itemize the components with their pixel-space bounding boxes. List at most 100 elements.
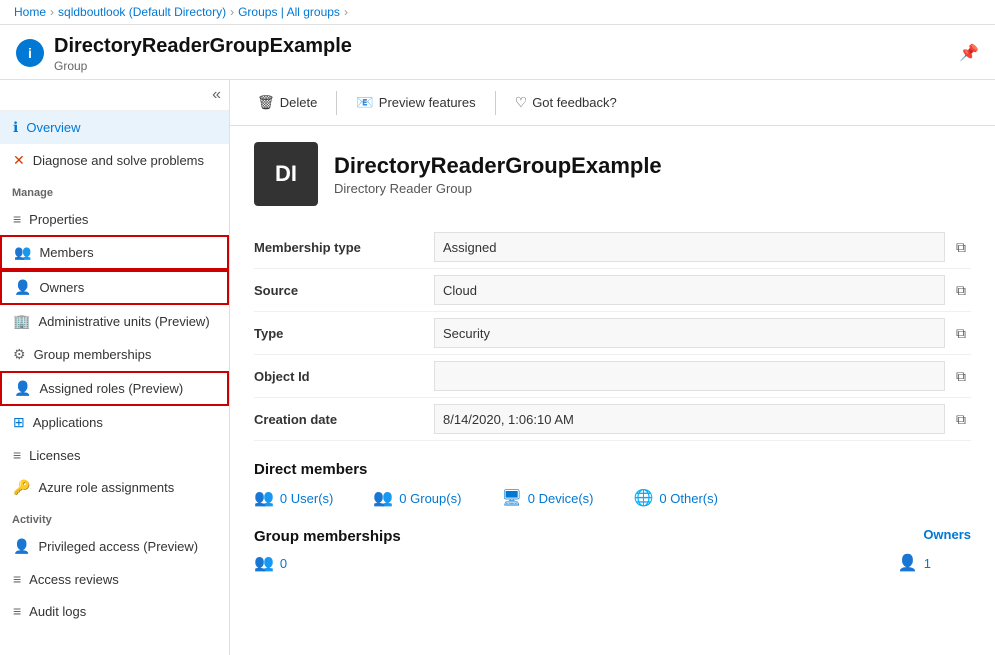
devices-label: 0 Device(s) (528, 491, 594, 506)
pin-icon[interactable]: 📌 (959, 43, 979, 63)
sidebar-label-group-memberships: Group memberships (34, 347, 152, 362)
breadcrumb-sep1: › (50, 5, 54, 19)
group-count-stat[interactable]: 👥 0 (254, 553, 287, 573)
others-label: 0 Other(s) (659, 491, 718, 506)
breadcrumb-sep3: › (344, 5, 348, 19)
sidebar-item-privileged-access[interactable]: 👤 Privileged access (Preview) (0, 530, 229, 563)
group-memberships-icon: ⚙ (13, 346, 26, 363)
section-manage: Manage (0, 177, 229, 203)
others-stat[interactable]: 🌐 0 Other(s) (634, 488, 718, 508)
diagnose-icon: ✕ (13, 152, 25, 169)
assigned-roles-icon: 👤 (14, 380, 31, 397)
sidebar-label-audit-logs: Audit logs (29, 604, 86, 619)
prop-label-object-id: Object Id (254, 355, 434, 398)
groups-stat[interactable]: 👥 0 Group(s) (373, 488, 461, 508)
sidebar-item-access-reviews[interactable]: ≡ Access reviews (0, 563, 229, 595)
breadcrumb-sep2: › (230, 5, 234, 19)
delete-label: Delete (280, 95, 318, 110)
feedback-icon: ♡ (515, 94, 528, 111)
others-icon: 🌐 (634, 488, 654, 508)
owners-icon: 👤 (14, 279, 31, 296)
sidebar-item-licenses[interactable]: ≡ Licenses (0, 439, 229, 471)
sidebar-label-access-reviews: Access reviews (29, 572, 119, 587)
group-memberships-title: Group memberships (254, 528, 401, 545)
header-text: DirectoryReaderGroupExample Group (54, 33, 949, 73)
prop-value-box-membership-type: Assigned (434, 232, 945, 262)
owners-count-label: 1 (924, 556, 931, 571)
breadcrumb-tenant[interactable]: sqldboutlook (Default Directory) (58, 5, 226, 19)
prop-value-box-object-id (434, 361, 945, 391)
copy-membership-type-btn[interactable]: ⧉ (951, 236, 971, 259)
copy-source-btn[interactable]: ⧉ (951, 279, 971, 302)
sidebar-label-privileged-access: Privileged access (Preview) (38, 539, 198, 554)
audit-logs-icon: ≡ (13, 603, 21, 619)
sidebar-item-admin-units[interactable]: 🏢 Administrative units (Preview) (0, 305, 229, 338)
prop-label-type: Type (254, 312, 434, 355)
prop-label-membership-type: Membership type (254, 226, 434, 269)
sidebar-item-group-memberships[interactable]: ⚙ Group memberships (0, 338, 229, 371)
sidebar-item-overview[interactable]: ℹ Overview (0, 111, 229, 144)
toolbar-divider-2 (495, 91, 496, 115)
owners-count-stat[interactable]: 👤 1 (898, 553, 931, 573)
group-membership-row: 👥 0 👤 1 (254, 553, 971, 573)
copy-creation-date-btn[interactable]: ⧉ (951, 408, 971, 431)
sidebar-label-properties: Properties (29, 212, 88, 227)
sidebar-item-owners[interactable]: 👤 Owners (0, 270, 229, 305)
delete-icon: 🗑 (257, 94, 275, 111)
preview-icon: 📧 (356, 94, 373, 111)
header-icon: i (16, 39, 44, 67)
breadcrumb-home[interactable]: Home (14, 5, 46, 19)
sidebar-item-assigned-roles[interactable]: 👤 Assigned roles (Preview) (0, 371, 229, 406)
applications-icon: ⊞ (13, 414, 25, 431)
page-subtitle: Group (54, 59, 949, 73)
delete-button[interactable]: 🗑 Delete (246, 88, 328, 117)
prop-label-creation-date: Creation date (254, 398, 434, 441)
prop-value-creation-date: 8/14/2020, 1:06:10 AM ⧉ (434, 398, 971, 441)
sidebar-item-applications[interactable]: ⊞ Applications (0, 406, 229, 439)
preview-features-button[interactable]: 📧 Preview features (345, 88, 486, 117)
avatar: DI (254, 142, 318, 206)
feedback-button[interactable]: ♡ Got feedback? (504, 88, 628, 117)
sidebar-label-azure-roles: Azure role assignments (38, 480, 174, 495)
sidebar-item-properties[interactable]: ≡ Properties (0, 203, 229, 235)
breadcrumb-groups[interactable]: Groups | All groups (238, 5, 340, 19)
preview-label: Preview features (379, 95, 476, 110)
group-memberships-header: Group memberships Owners (254, 524, 971, 545)
sidebar-label-owners: Owners (39, 280, 84, 295)
access-reviews-icon: ≡ (13, 571, 21, 587)
licenses-icon: ≡ (13, 447, 21, 463)
devices-stat[interactable]: 🖥 0 Device(s) (501, 488, 593, 508)
content-area: 🗑 Delete 📧 Preview features ♡ Got feedba… (230, 80, 995, 655)
sidebar-item-members[interactable]: 👥 Members (0, 235, 229, 270)
owners-count-icon: 👤 (898, 553, 918, 573)
resource-title: DirectoryReaderGroupExample (334, 153, 662, 179)
sidebar-item-azure-roles[interactable]: 🔑 Azure role assignments (0, 471, 229, 504)
users-icon: 👥 (254, 488, 274, 508)
sidebar-label-members: Members (39, 245, 93, 260)
prop-value-object-id: ⧉ (434, 355, 971, 398)
sidebar-collapse-btn[interactable]: « (0, 80, 229, 111)
prop-label-source: Source (254, 269, 434, 312)
toolbar-divider-1 (336, 91, 337, 115)
sidebar-label-admin-units: Administrative units (Preview) (38, 314, 209, 329)
sidebar-label-licenses: Licenses (29, 448, 80, 463)
resource-subtitle: Directory Reader Group (334, 181, 662, 196)
resource-panel: DI DirectoryReaderGroupExample Directory… (230, 126, 995, 589)
devices-icon: 🖥 (501, 488, 521, 508)
owners-link[interactable]: Owners (923, 527, 971, 542)
direct-members-row: 👥 0 User(s) 👥 0 Group(s) 🖥 0 Device(s) 🌐… (254, 488, 971, 508)
feedback-label: Got feedback? (532, 95, 617, 110)
prop-value-membership-type: Assigned ⧉ (434, 226, 971, 269)
users-stat[interactable]: 👥 0 User(s) (254, 488, 333, 508)
copy-type-btn[interactable]: ⧉ (951, 322, 971, 345)
sidebar-item-diagnose[interactable]: ✕ Diagnose and solve problems (0, 144, 229, 177)
sidebar-item-audit-logs[interactable]: ≡ Audit logs (0, 595, 229, 627)
groups-icon: 👥 (373, 488, 393, 508)
collapse-icon[interactable]: « (212, 86, 221, 104)
copy-object-id-btn[interactable]: ⧉ (951, 365, 971, 388)
sidebar: « ℹ Overview ✕ Diagnose and solve proble… (0, 80, 230, 655)
resource-header: DI DirectoryReaderGroupExample Directory… (254, 142, 971, 206)
group-count-label: 0 (280, 556, 287, 571)
sidebar-label-overview: Overview (26, 120, 80, 135)
sidebar-label-applications: Applications (33, 415, 103, 430)
